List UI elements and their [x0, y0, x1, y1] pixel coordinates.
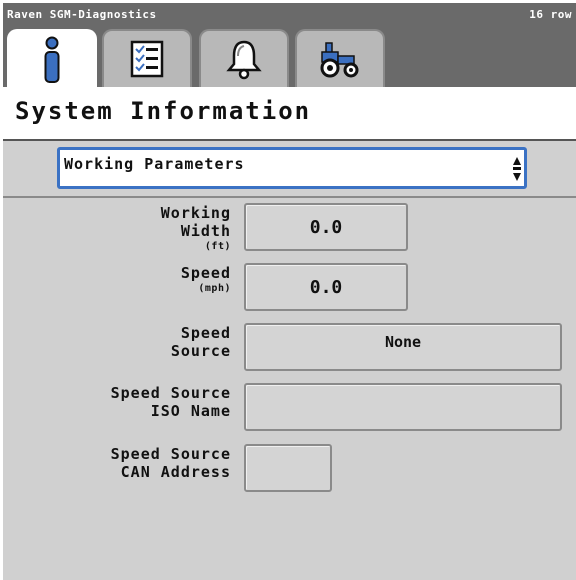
speed-field: 0.0 [244, 263, 408, 311]
speed-source-iso-name-label: Speed Source ISO Name [110, 384, 231, 420]
speed-source-field: None [244, 323, 562, 371]
title-bar: Raven SGM-Diagnostics 16 row [3, 3, 576, 89]
tab-checklist[interactable] [102, 29, 192, 87]
speed-unit: (mph) [198, 283, 231, 294]
section-select-value: Working Parameters [64, 155, 245, 173]
working-width-label: Working Width (ft) [160, 204, 231, 252]
speed-source-iso-name-field [244, 383, 562, 431]
app-window: Raven SGM-Diagnostics 16 row System Info… [3, 3, 576, 580]
divider [3, 196, 576, 198]
checklist-icon [130, 40, 164, 78]
alarm-bell-icon [226, 40, 262, 80]
tab-system-information[interactable] [7, 29, 97, 89]
working-width-field: 0.0 [244, 203, 408, 251]
section-select[interactable]: Working Parameters [57, 147, 527, 189]
speed-source-can-address-field [244, 444, 332, 492]
row-count: 16 row [529, 8, 572, 21]
up-down-arrows-icon[interactable] [512, 155, 522, 183]
speed-source-can-address-label: Speed Source CAN Address [110, 445, 231, 481]
page-header: System Information [3, 87, 576, 141]
tab-alarms[interactable] [199, 29, 289, 87]
tab-equipment[interactable] [295, 29, 385, 87]
speed-label: Speed (mph) [180, 264, 231, 294]
speed-source-label: Speed Source [170, 324, 231, 360]
info-icon [44, 36, 60, 83]
tractor-icon [320, 42, 359, 78]
working-width-unit: (ft) [204, 241, 231, 252]
app-title: Raven SGM-Diagnostics [7, 8, 157, 21]
page-title: System Information [15, 97, 312, 125]
